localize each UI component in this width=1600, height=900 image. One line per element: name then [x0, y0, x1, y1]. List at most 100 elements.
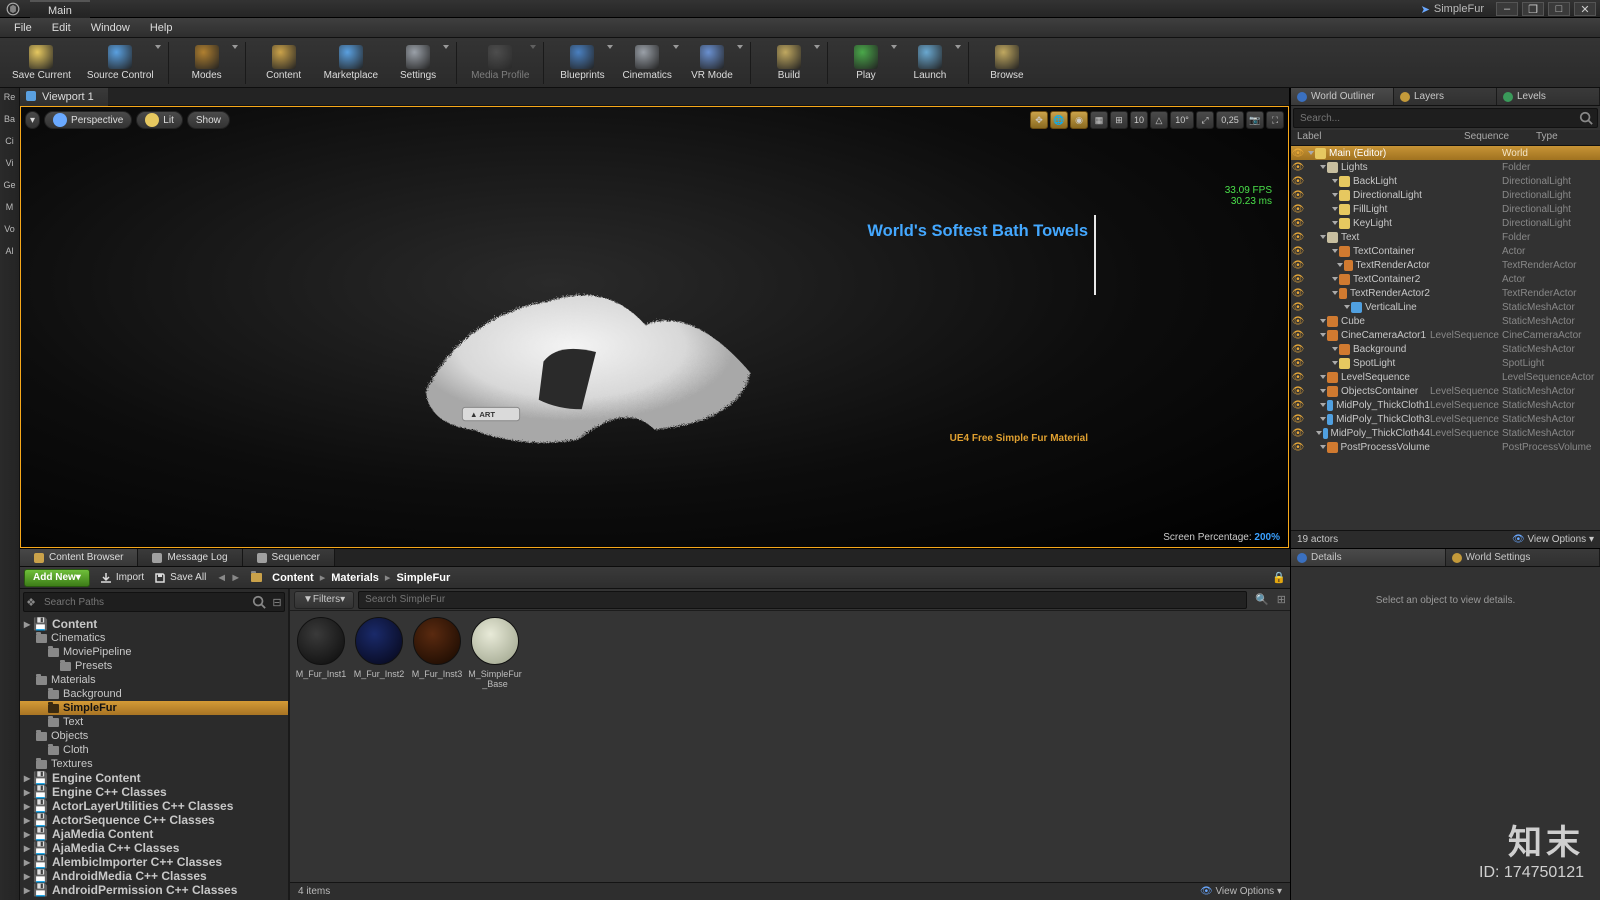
asset-view-options[interactable]: 👁 View Options ▾: [1200, 886, 1282, 897]
angle-snap-icon[interactable]: △: [1150, 111, 1168, 129]
visibility-icon[interactable]: 👁: [1291, 148, 1305, 159]
perspective-button[interactable]: Perspective: [44, 111, 132, 129]
source-tree-item[interactable]: ▸💾Engine C++ Classes: [20, 785, 288, 799]
tab-world-settings[interactable]: World Settings: [1446, 549, 1600, 566]
show-button[interactable]: Show: [187, 111, 230, 129]
visibility-icon[interactable]: 👁: [1291, 414, 1305, 425]
toolbar-source-control[interactable]: Source Control: [79, 39, 162, 87]
expand-icon[interactable]: [1332, 207, 1338, 211]
expand-icon[interactable]: [1332, 361, 1338, 365]
visibility-icon[interactable]: 👁: [1291, 372, 1305, 383]
toolbar-save-current[interactable]: Save Current: [4, 39, 79, 87]
menu-file[interactable]: File: [4, 18, 42, 38]
visibility-icon[interactable]: 👁: [1291, 218, 1305, 229]
visibility-icon[interactable]: 👁: [1291, 302, 1305, 313]
restore-button[interactable]: ❐: [1522, 2, 1544, 16]
source-tree-item[interactable]: ▸💾Content: [20, 617, 288, 631]
outliner-row[interactable]: 👁SpotLightSpotLight: [1291, 356, 1600, 370]
maximize-button[interactable]: □: [1548, 2, 1570, 16]
outliner-view-options[interactable]: 👁 View Options ▾: [1512, 534, 1594, 545]
outliner-row[interactable]: 👁Main (Editor)World: [1291, 146, 1600, 160]
maximize-viewport-icon[interactable]: ⛶: [1266, 111, 1284, 129]
source-tree-item[interactable]: ▸💾AndroidPermission C++ Classes: [20, 883, 288, 897]
sources-tree[interactable]: ▸💾ContentCinematicsMoviePipelinePresetsM…: [20, 615, 288, 900]
dock-tab[interactable]: Ci: [2, 136, 18, 146]
visibility-icon[interactable]: 👁: [1291, 330, 1305, 341]
menu-window[interactable]: Window: [81, 18, 140, 38]
toolbar-vr-mode[interactable]: VR Mode: [680, 39, 744, 87]
visibility-icon[interactable]: 👁: [1291, 162, 1305, 173]
visibility-icon[interactable]: 👁: [1291, 442, 1305, 453]
visibility-icon[interactable]: 👁: [1291, 428, 1305, 439]
expand-icon[interactable]: [1332, 277, 1338, 281]
expand-icon[interactable]: [1332, 249, 1338, 253]
dock-tab[interactable]: Ge: [2, 180, 18, 190]
transform-local-icon[interactable]: ◉: [1070, 111, 1088, 129]
source-tree-item[interactable]: Presets: [20, 659, 288, 673]
breadcrumb-segment[interactable]: Materials: [331, 572, 379, 584]
outliner-row[interactable]: 👁ObjectsContainerLevelSequenceStaticMesh…: [1291, 384, 1600, 398]
visibility-icon[interactable]: 👁: [1291, 386, 1305, 397]
dock-tab[interactable]: Vi: [2, 158, 18, 168]
source-tree-item[interactable]: ▸💾ActorLayerUtilities C++ Classes: [20, 799, 288, 813]
dock-tab[interactable]: Al: [2, 246, 18, 256]
expand-icon[interactable]: ▸: [24, 869, 30, 883]
visibility-icon[interactable]: 👁: [1291, 232, 1305, 243]
angle-snap-value[interactable]: 10°: [1170, 111, 1194, 129]
toolbar-blueprints[interactable]: Blueprints: [550, 39, 614, 87]
dock-tab[interactable]: Re: [2, 92, 18, 102]
tab-content-browser[interactable]: Content Browser: [20, 549, 138, 566]
visibility-icon[interactable]: 👁: [1291, 400, 1305, 411]
asset-item[interactable]: M_Fur_Inst2: [354, 617, 404, 679]
breadcrumbs[interactable]: Content▸Materials▸SimpleFur: [251, 571, 450, 584]
expand-icon[interactable]: [1332, 193, 1338, 197]
viewport-3d[interactable]: ▾ Perspective Lit Show ✥ 🌐 ◉ ▦ ⊞ 10 △ 10…: [20, 106, 1289, 548]
tab-sequencer[interactable]: Sequencer: [243, 549, 335, 566]
dock-tab[interactable]: M: [2, 202, 18, 212]
outliner-search[interactable]: [1293, 108, 1598, 128]
outliner-row[interactable]: 👁BackgroundStaticMeshActor: [1291, 342, 1600, 356]
outliner-row[interactable]: 👁MidPoly_ThickCloth3LevelSequenceStaticM…: [1291, 412, 1600, 426]
outliner-row[interactable]: 👁TextContainer2Actor: [1291, 272, 1600, 286]
source-tree-item[interactable]: ▸💾AndroidMedia C++ Classes: [20, 869, 288, 883]
expand-icon[interactable]: [1332, 291, 1338, 295]
expand-icon[interactable]: [1337, 263, 1343, 267]
expand-icon[interactable]: ▸: [24, 771, 30, 785]
breadcrumb-segment[interactable]: Content: [272, 572, 314, 584]
tab-levels[interactable]: Levels: [1497, 88, 1600, 105]
filters-button[interactable]: ▼ Filters ▾: [294, 591, 354, 609]
expand-icon[interactable]: ▸: [24, 827, 30, 841]
expand-icon[interactable]: [1332, 221, 1338, 225]
surface-snap-icon[interactable]: ▦: [1090, 111, 1108, 129]
asset-item[interactable]: M_SimpleFur _Base: [470, 617, 520, 689]
visibility-icon[interactable]: 👁: [1291, 316, 1305, 327]
expand-icon[interactable]: [1320, 333, 1326, 337]
expand-icon[interactable]: [1320, 445, 1326, 449]
minimize-button[interactable]: –: [1496, 2, 1518, 16]
expand-icon[interactable]: [1308, 151, 1314, 155]
toolbar-cinematics[interactable]: Cinematics: [614, 39, 679, 87]
outliner-row[interactable]: 👁PostProcessVolumePostProcessVolume: [1291, 440, 1600, 454]
source-tree-item[interactable]: ▸💾AjaMedia Content: [20, 827, 288, 841]
source-tree-item[interactable]: Cloth: [20, 743, 288, 757]
toolbar-content[interactable]: Content: [252, 39, 316, 87]
transform-gizmo-icon[interactable]: ✥: [1030, 111, 1048, 129]
close-button[interactable]: ✕: [1574, 2, 1596, 16]
visibility-icon[interactable]: 👁: [1291, 204, 1305, 215]
lock-icon[interactable]: 🔒: [1272, 571, 1286, 584]
outliner-row[interactable]: 👁MidPoly_ThickCloth1LevelSequenceStaticM…: [1291, 398, 1600, 412]
toolbar-build[interactable]: Build: [757, 39, 821, 87]
expand-icon[interactable]: ▸: [24, 883, 30, 897]
outliner-row[interactable]: 👁TextContainerActor: [1291, 244, 1600, 258]
source-tree-item[interactable]: Background: [20, 687, 288, 701]
source-tree-item[interactable]: Objects: [20, 729, 288, 743]
tab-details[interactable]: Details: [1291, 549, 1446, 566]
outliner-row[interactable]: 👁MidPoly_ThickCloth44LevelSequenceStatic…: [1291, 426, 1600, 440]
expand-icon[interactable]: ▸: [24, 799, 30, 813]
viewport-tab[interactable]: Viewport 1: [20, 88, 108, 106]
menu-edit[interactable]: Edit: [42, 18, 81, 38]
expand-icon[interactable]: [1332, 179, 1338, 183]
visibility-icon[interactable]: 👁: [1291, 288, 1305, 299]
outliner-row[interactable]: 👁FillLightDirectionalLight: [1291, 202, 1600, 216]
outliner-row[interactable]: 👁KeyLightDirectionalLight: [1291, 216, 1600, 230]
